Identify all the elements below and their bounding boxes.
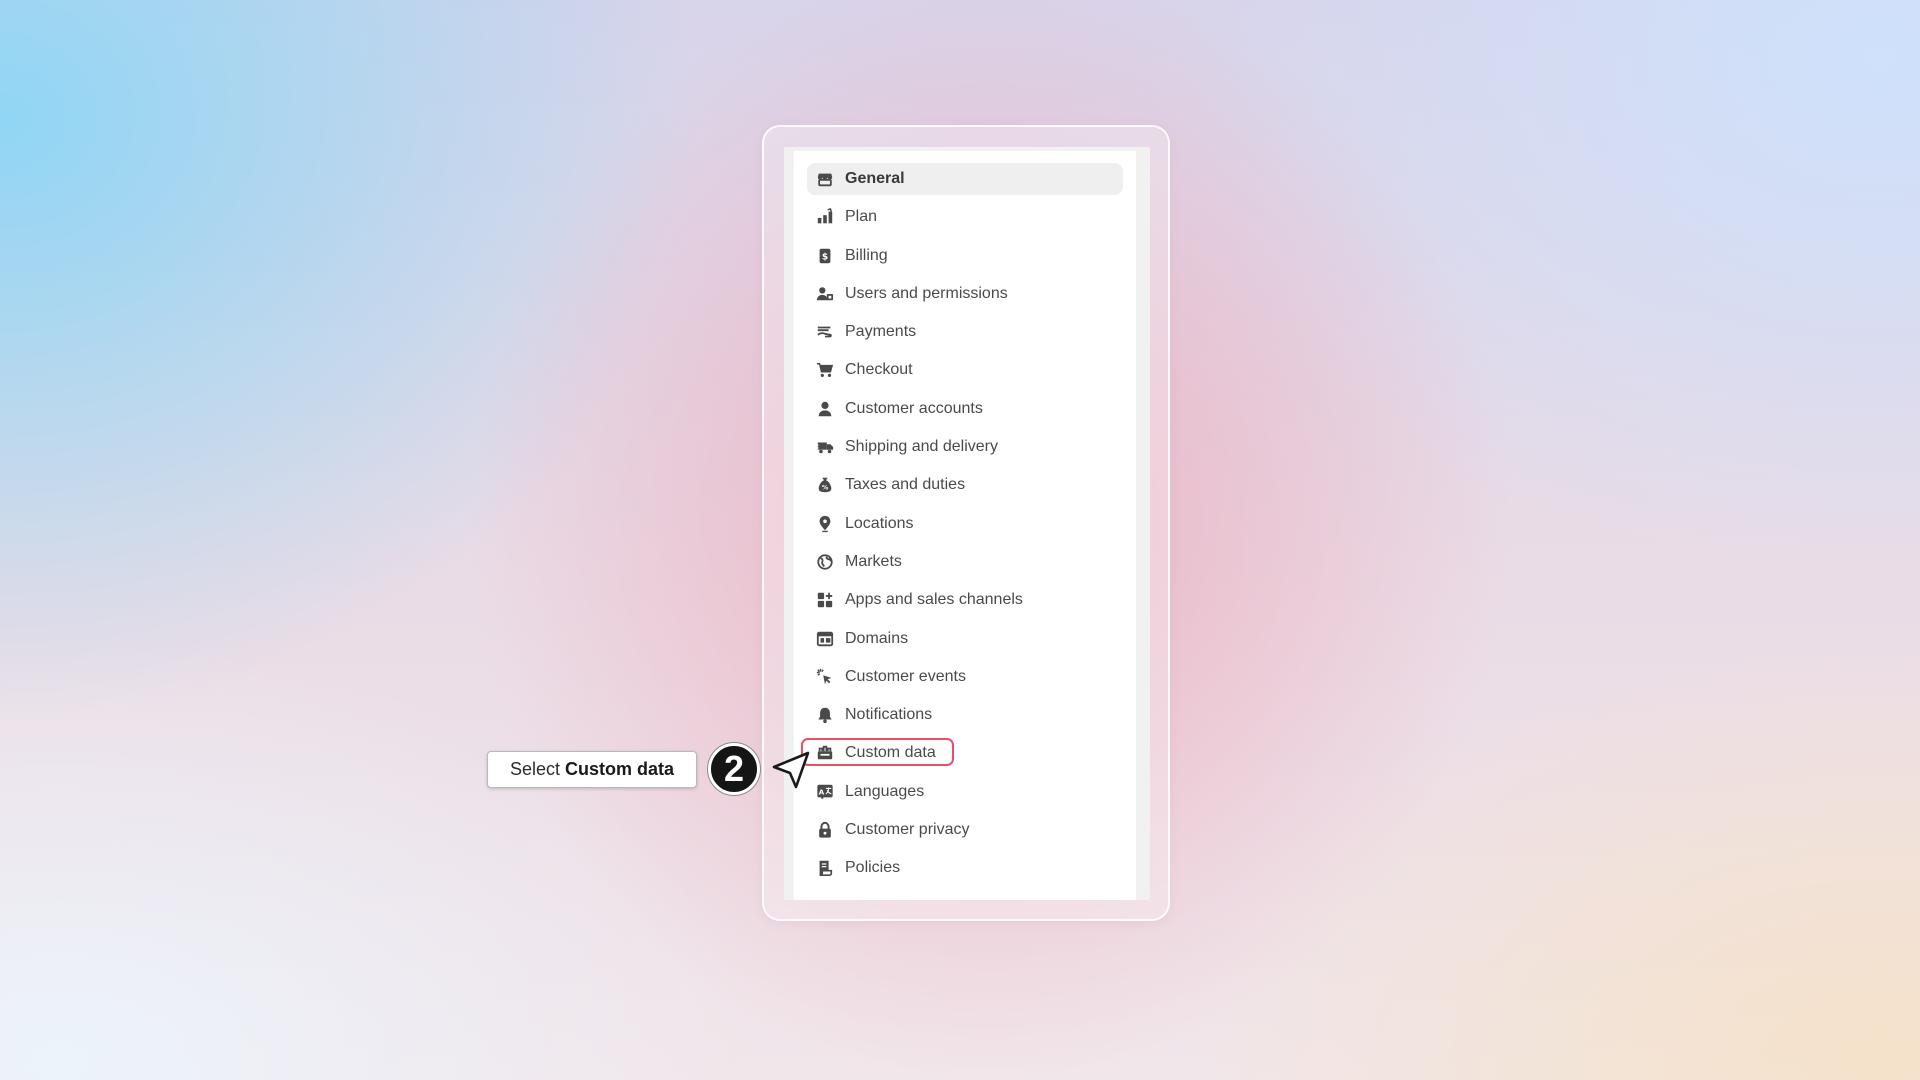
menu-item-billing[interactable]: $ Billing: [807, 240, 1123, 272]
menu-item-languages[interactable]: A Languages: [807, 776, 1123, 808]
menu-item-label: Payments: [845, 323, 917, 341]
menu-item-shipping-and-delivery[interactable]: Shipping and delivery: [807, 431, 1123, 463]
menu-item-label: Notifications: [845, 706, 933, 724]
menu-item-customer-privacy[interactable]: Customer privacy: [807, 814, 1123, 846]
menu-item-label: Customer events: [845, 667, 966, 685]
location-pin-icon: [815, 514, 835, 534]
database-icon: [815, 743, 835, 763]
domains-icon: [815, 629, 835, 649]
menu-item-label: Customer accounts: [845, 399, 983, 417]
tax-bag-icon: %: [815, 475, 835, 495]
menu-item-label: Policies: [845, 859, 901, 877]
policy-scroll-icon: [815, 858, 835, 878]
menu-item-checkout[interactable]: Checkout: [807, 354, 1123, 386]
step-number-badge: 2: [708, 743, 760, 795]
menu-item-customer-events[interactable]: Customer events: [807, 661, 1123, 693]
lock-icon: [815, 820, 835, 840]
plan-icon: [815, 207, 835, 227]
menu-item-label: General: [845, 170, 905, 187]
menu-item-label: Taxes and duties: [845, 476, 966, 494]
cursor-click-icon: [815, 667, 835, 687]
globe-icon: [815, 552, 835, 572]
settings-menu: General Plan $ Billing Users and permiss…: [801, 163, 1123, 891]
menu-item-domains[interactable]: Domains: [807, 623, 1123, 655]
billing-icon: $: [815, 246, 835, 266]
instruction-callout: Select Custom data: [487, 751, 697, 788]
cart-icon: [815, 360, 835, 380]
person-icon: [815, 399, 835, 419]
menu-item-customer-accounts[interactable]: Customer accounts: [807, 393, 1123, 425]
truck-icon: [815, 437, 835, 457]
menu-item-label: Custom data: [845, 744, 936, 762]
menu-item-taxes-and-duties[interactable]: % Taxes and duties: [807, 469, 1123, 501]
language-icon: A: [815, 782, 835, 802]
menu-item-label: Markets: [845, 552, 902, 570]
menu-item-label: Users and permissions: [845, 284, 1008, 302]
menu-item-payments[interactable]: Payments: [807, 316, 1123, 348]
apps-icon: [815, 590, 835, 610]
payments-icon: [815, 322, 835, 342]
menu-item-label: Billing: [845, 246, 888, 264]
menu-item-markets[interactable]: Markets: [807, 546, 1123, 578]
menu-item-notifications[interactable]: Notifications: [807, 699, 1123, 731]
menu-item-policies[interactable]: Policies: [807, 852, 1123, 884]
pointer-arrow-icon: [772, 751, 810, 789]
menu-item-label: Plan: [845, 208, 878, 226]
svg-text:A: A: [819, 787, 825, 796]
menu-item-label: Locations: [845, 514, 914, 532]
menu-item-general[interactable]: General: [807, 163, 1123, 195]
menu-item-apps-and-sales-channels[interactable]: Apps and sales channels: [807, 584, 1123, 616]
callout-target: Custom data: [565, 759, 675, 779]
menu-item-label: Languages: [845, 782, 925, 800]
svg-text:%: %: [822, 485, 829, 492]
callout-prefix: Select: [509, 759, 560, 779]
menu-item-label: Checkout: [845, 361, 913, 379]
menu-item-custom-data[interactable]: Custom data: [801, 737, 1123, 769]
menu-item-plan[interactable]: Plan: [807, 201, 1123, 233]
menu-item-users-and-permissions[interactable]: Users and permissions: [807, 278, 1123, 310]
menu-item-label: Domains: [845, 629, 909, 647]
menu-item-locations[interactable]: Locations: [807, 508, 1123, 540]
bell-icon: [815, 705, 835, 725]
store-icon: [815, 169, 835, 189]
menu-item-label: Shipping and delivery: [845, 438, 998, 456]
users-icon: [815, 284, 835, 304]
menu-item-label: Customer privacy: [845, 821, 970, 839]
svg-text:$: $: [822, 252, 828, 262]
menu-item-label: Apps and sales channels: [845, 591, 1023, 609]
